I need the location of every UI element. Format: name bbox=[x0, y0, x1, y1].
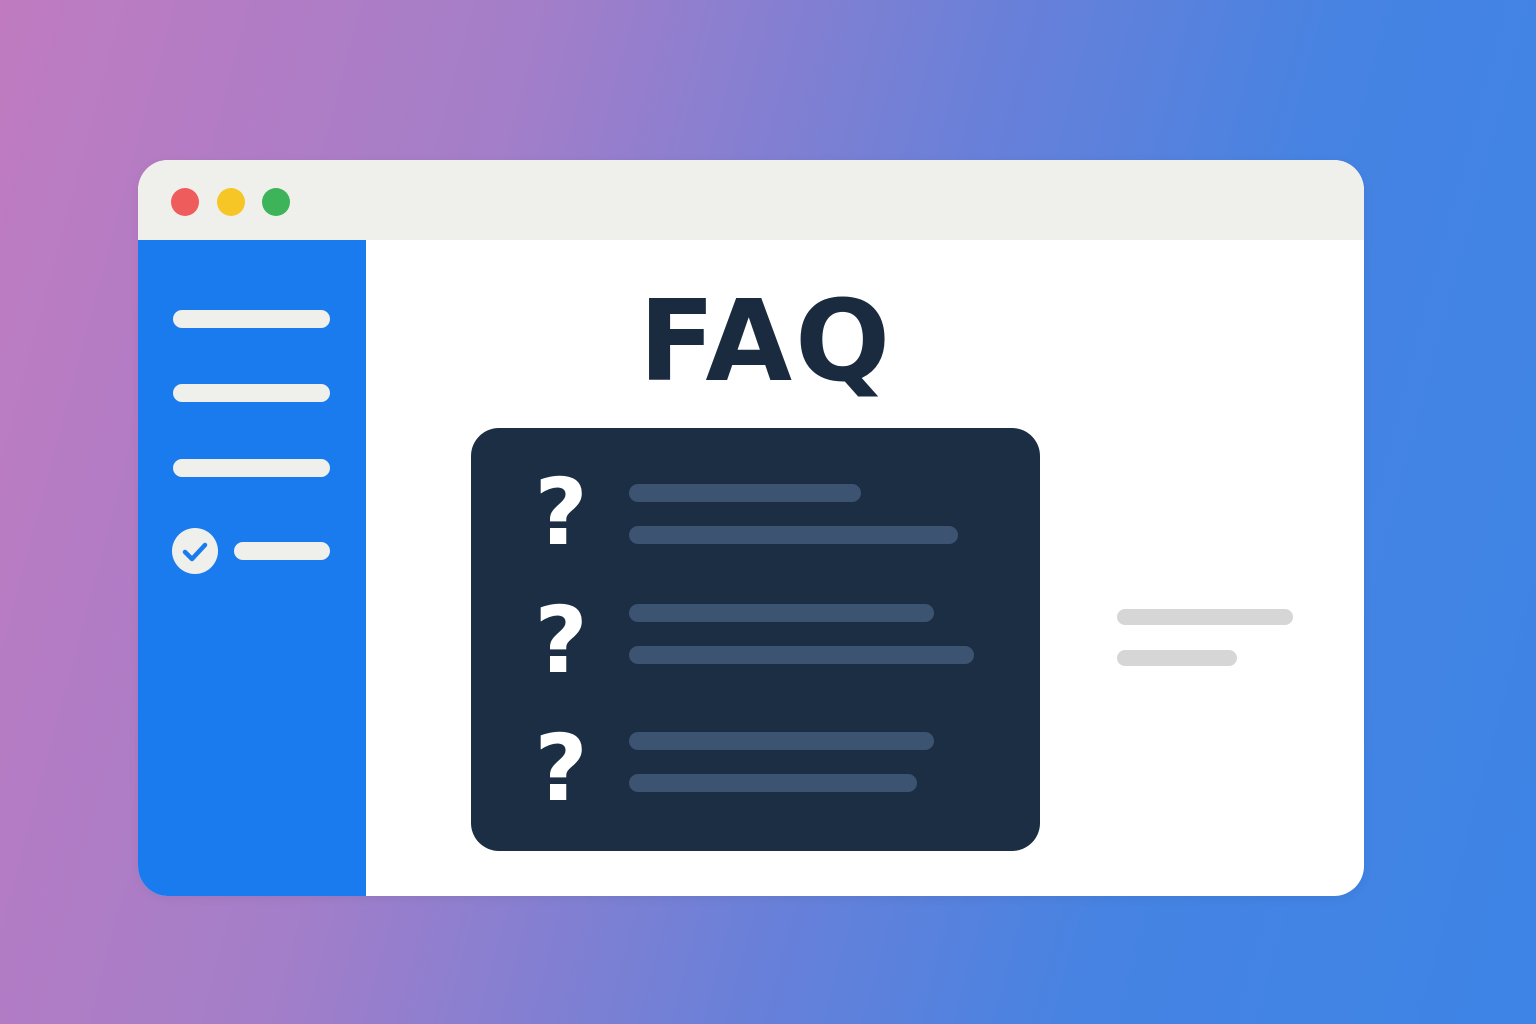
faq-item[interactable]: ? bbox=[471, 715, 1040, 834]
sidebar-item-2[interactable] bbox=[173, 384, 330, 402]
aside-text-line bbox=[1117, 609, 1293, 625]
close-window-button[interactable] bbox=[171, 188, 199, 216]
question-mark-icon: ? bbox=[534, 587, 588, 694]
faq-question-line bbox=[629, 484, 861, 502]
browser-window: FAQ ? ? ? bbox=[138, 160, 1364, 896]
sidebar bbox=[138, 240, 366, 896]
faq-item[interactable]: ? bbox=[471, 459, 1040, 578]
faq-question-line bbox=[629, 604, 934, 622]
question-mark-icon: ? bbox=[534, 459, 588, 566]
page-background: { "window": { "controls": ["close", "min… bbox=[0, 0, 1536, 1024]
page-title: FAQ bbox=[638, 277, 894, 407]
question-mark-icon: ? bbox=[534, 715, 588, 822]
faq-answer-line bbox=[629, 774, 917, 792]
minimize-window-button[interactable] bbox=[217, 188, 245, 216]
check-circle-icon[interactable] bbox=[172, 528, 218, 574]
checkmark-icon bbox=[182, 542, 208, 562]
faq-answer-line bbox=[629, 646, 974, 664]
faq-question-line bbox=[629, 732, 934, 750]
faq-item[interactable]: ? bbox=[471, 587, 1040, 706]
maximize-window-button[interactable] bbox=[262, 188, 290, 216]
sidebar-item-3[interactable] bbox=[173, 459, 330, 477]
aside-text-line bbox=[1117, 650, 1237, 666]
sidebar-item-4[interactable] bbox=[234, 542, 330, 560]
sidebar-item-1[interactable] bbox=[173, 310, 330, 328]
window-titlebar bbox=[138, 160, 1364, 240]
faq-panel: ? ? ? bbox=[471, 428, 1040, 851]
faq-answer-line bbox=[629, 526, 958, 544]
